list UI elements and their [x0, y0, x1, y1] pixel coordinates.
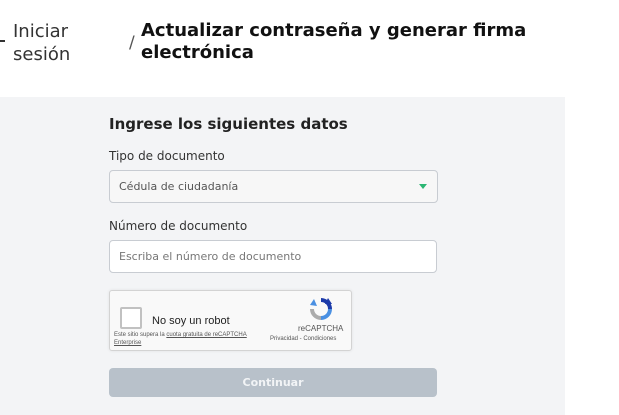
doc-number-label: Número de documento — [109, 219, 248, 233]
recaptcha-brand: reCAPTCHA — [298, 324, 344, 333]
chevron-down-icon — [419, 184, 427, 189]
doc-number-input[interactable] — [109, 240, 437, 273]
recaptcha-terms-link[interactable]: Privacidad - Condiciones — [270, 336, 336, 342]
page-title: Actualizar contraseña y generar firma el… — [141, 20, 527, 63]
breadcrumb-marker — [0, 40, 5, 42]
recaptcha-checkbox[interactable] — [120, 307, 142, 329]
recaptcha-label: No soy un robot — [152, 315, 230, 327]
recaptcha-note: Este sitio supera la cuota gratuita de r… — [114, 331, 264, 347]
form-heading: Ingrese los siguientes datos — [109, 115, 348, 133]
recaptcha-widget: No soy un robot reCAPTCHA Privacidad - C… — [109, 290, 352, 351]
doc-type-selected-value: Cédula de ciudadanía — [119, 180, 239, 193]
breadcrumb-link-iniciar-sesion[interactable]: Iniciar sesión — [13, 20, 123, 66]
continue-button[interactable]: Continuar — [109, 368, 437, 397]
doc-type-label: Tipo de documento — [109, 149, 225, 163]
doc-type-select[interactable]: Cédula de ciudadanía — [109, 170, 438, 203]
breadcrumb-separator: / — [129, 33, 135, 53]
recaptcha-logo-icon — [310, 298, 332, 320]
recaptcha-note-text: Este sitio supera la — [114, 332, 167, 338]
breadcrumb: Iniciar sesión / Actualizar contraseña y… — [0, 0, 619, 97]
